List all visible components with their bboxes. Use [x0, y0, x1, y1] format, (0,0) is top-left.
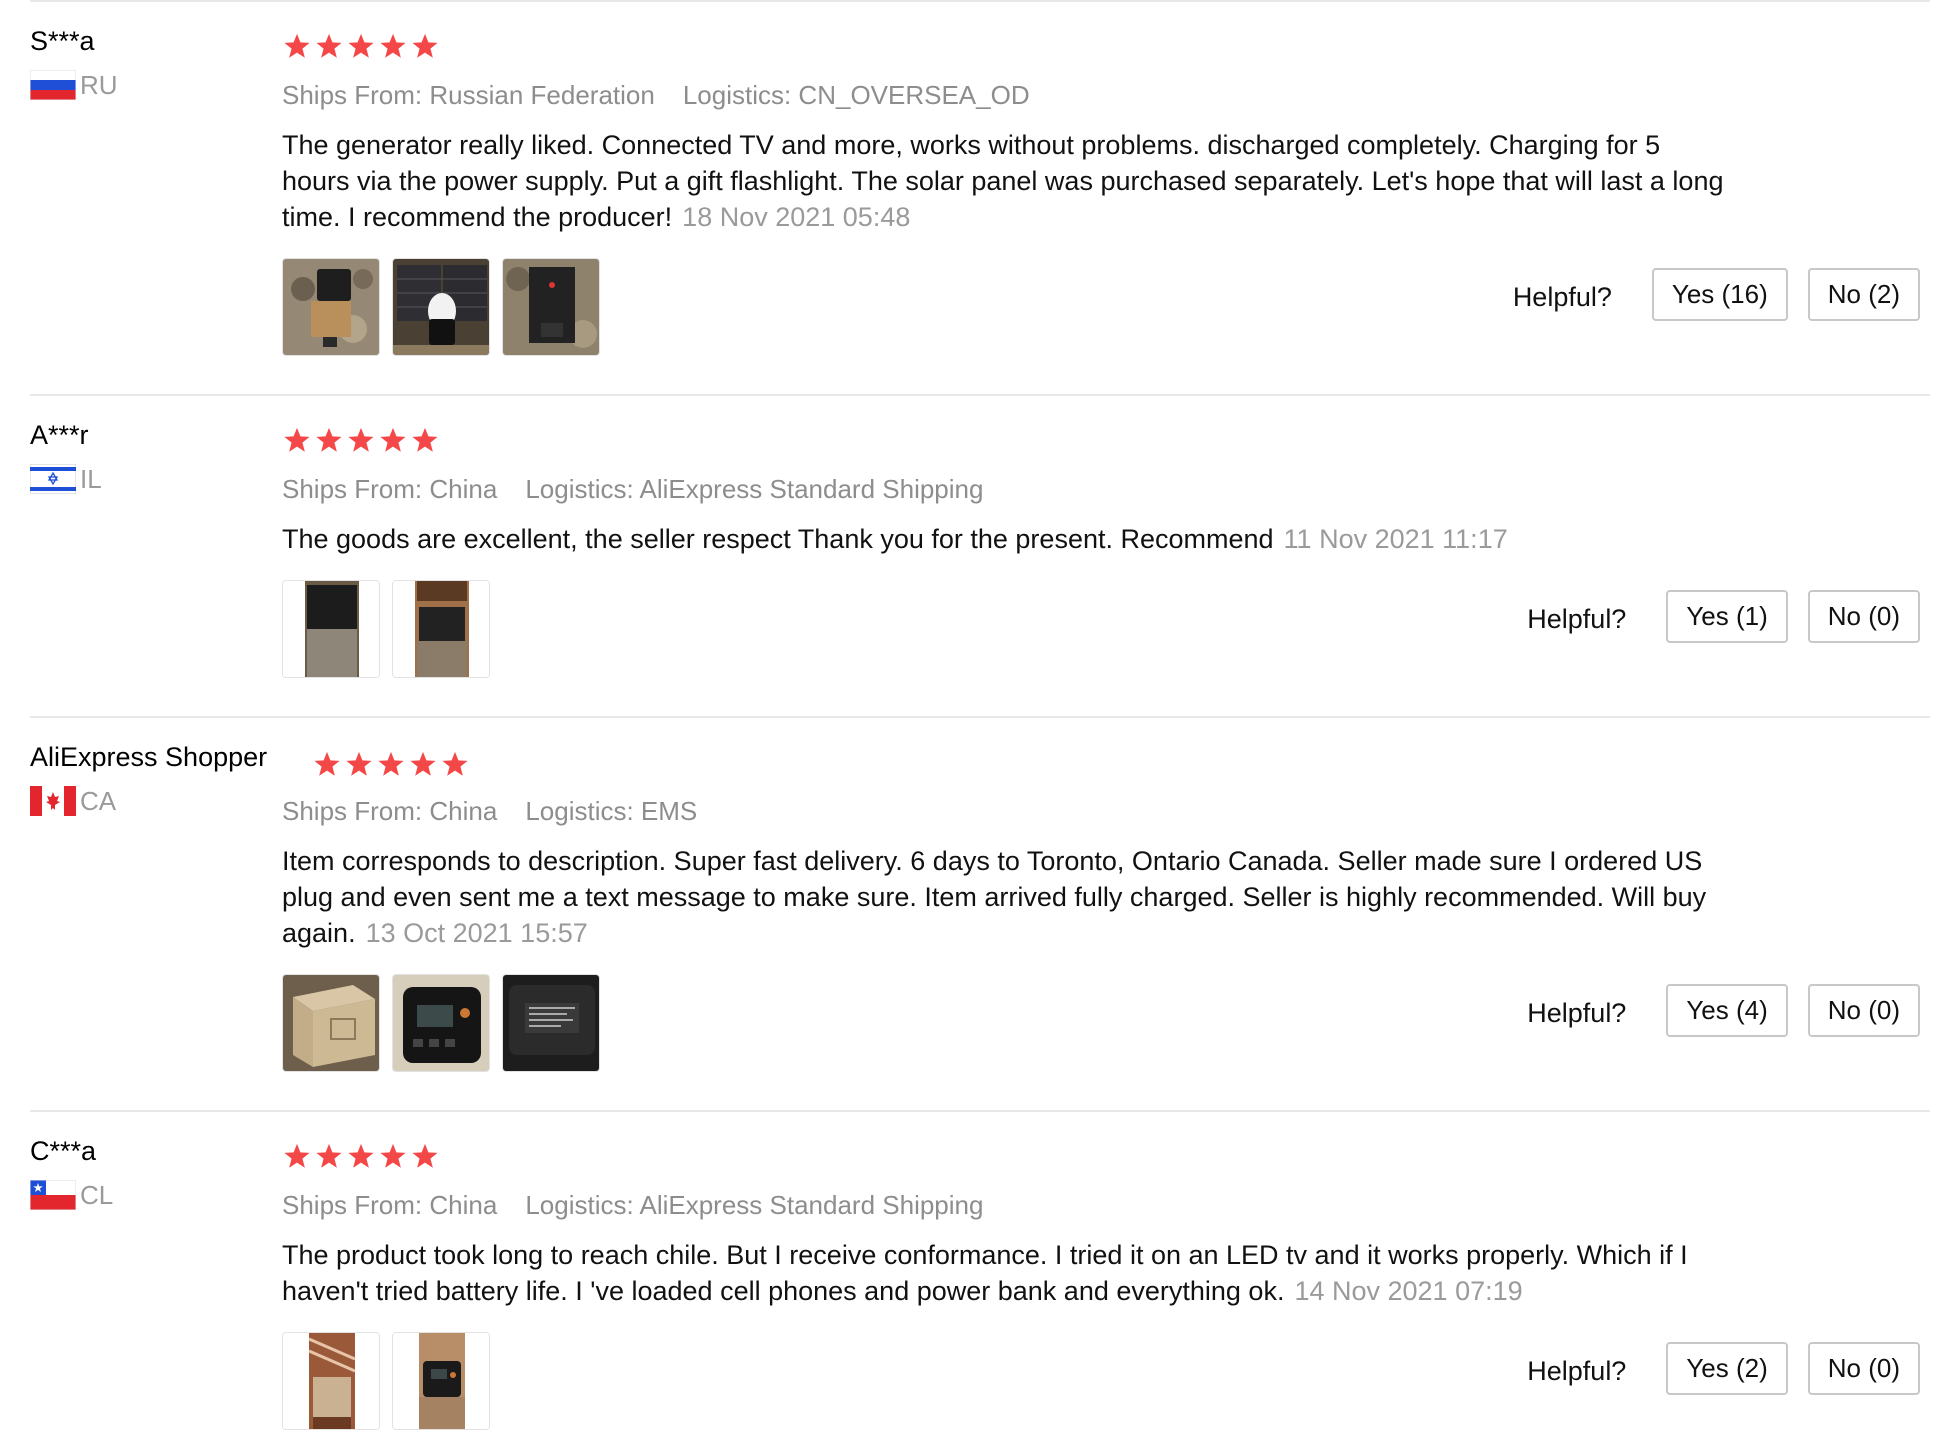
reviewer-country: CL — [30, 1178, 113, 1212]
review-photo-thumbnail[interactable] — [502, 258, 600, 356]
star-icon — [380, 1143, 406, 1168]
helpful-no-button[interactable]: No (0) — [1807, 984, 1920, 1037]
review-text: The goods are excellent, the seller resp… — [282, 524, 1274, 554]
review-photo-thumbnail[interactable] — [282, 1332, 380, 1430]
review-photo-thumbnail[interactable] — [392, 1332, 490, 1430]
canada-flag-icon — [30, 786, 76, 816]
review-item: C***a CL Ships From: China Logistics: Ali… — [30, 1110, 1930, 1454]
helpful-votes: Helpful? Yes (16) No (2) — [1513, 268, 1920, 321]
review-photo-thumbnail[interactable] — [502, 974, 600, 1072]
ships-from: Ships From: China — [282, 474, 498, 504]
helpful-yes-button[interactable]: Yes (16) — [1651, 268, 1788, 321]
ships-from: Ships From: China — [282, 1190, 498, 1220]
helpful-votes: Helpful? Yes (4) No (0) — [1527, 984, 1920, 1037]
country-code: CA — [80, 785, 117, 816]
star-icon — [348, 1143, 374, 1168]
reviewer-name: S***a — [30, 26, 95, 56]
helpful-no-button[interactable]: No (2) — [1807, 268, 1920, 321]
review-photo-thumbnail[interactable] — [392, 974, 490, 1072]
star-rating — [282, 32, 442, 61]
country-code: CL — [80, 1179, 114, 1210]
helpful-label: Helpful? — [1512, 282, 1612, 312]
ships-from: Ships From: Russian Federation — [282, 80, 655, 110]
reviewer-name: AliExpress Shopper — [30, 742, 268, 772]
star-icon — [314, 751, 340, 776]
helpful-yes-button[interactable]: Yes (2) — [1666, 1342, 1788, 1395]
helpful-votes: Helpful? Yes (1) No (0) — [1527, 590, 1920, 643]
star-icon — [412, 1143, 438, 1168]
reviewer-country: IL — [30, 462, 102, 496]
star-icon — [284, 1143, 310, 1168]
shipping-info: Ships From: China Logistics: EMS — [282, 796, 697, 827]
star-rating — [282, 1142, 442, 1171]
logistics: Logistics: CN_OVERSEA_OD — [682, 80, 1030, 110]
reviewer-country: RU — [30, 68, 118, 102]
review-body: Item corresponds to description. Super f… — [282, 843, 1732, 951]
star-icon — [348, 33, 374, 58]
star-icon — [316, 1143, 342, 1168]
star-icon — [412, 33, 438, 58]
star-icon — [316, 33, 342, 58]
country-code: IL — [80, 463, 102, 494]
star-icon — [316, 427, 342, 452]
star-icon — [442, 751, 468, 776]
review-photo-thumbnail[interactable] — [282, 974, 380, 1072]
review-photos — [282, 580, 502, 678]
review-photo-thumbnail[interactable] — [282, 258, 380, 356]
helpful-label: Helpful? — [1527, 1356, 1627, 1386]
review-body: The product took long to reach chile. Bu… — [282, 1237, 1732, 1309]
logistics: Logistics: AliExpress Standard Shipping — [525, 1190, 984, 1220]
star-icon — [380, 427, 406, 452]
star-icon — [380, 33, 406, 58]
review-text: The generator really liked. Connected TV… — [282, 130, 1724, 232]
review-date: 13 Oct 2021 15:57 — [365, 918, 588, 948]
star-icon — [378, 751, 404, 776]
review-photos — [282, 1332, 502, 1430]
shipping-info: Ships From: China Logistics: AliExpress S… — [282, 474, 983, 505]
review-photos — [282, 974, 612, 1072]
review-item: AliExpress Shopper CA Ships From: China L… — [30, 716, 1930, 1110]
review-date: 14 Nov 2021 07:19 — [1294, 1276, 1523, 1306]
helpful-no-button[interactable]: No (0) — [1807, 1342, 1920, 1395]
review-photo-thumbnail[interactable] — [392, 580, 490, 678]
star-icon — [410, 751, 436, 776]
helpful-yes-button[interactable]: Yes (1) — [1666, 590, 1788, 643]
helpful-label: Helpful? — [1527, 998, 1627, 1028]
russia-flag-icon — [30, 70, 76, 100]
logistics: Logistics: EMS — [525, 796, 698, 826]
review-body: The generator really liked. Connected TV… — [282, 127, 1732, 235]
review-item: A***r IL Ships From: China Logistics: Ali… — [30, 394, 1930, 716]
shipping-info: Ships From: China Logistics: AliExpress S… — [282, 1190, 983, 1221]
country-code: RU — [80, 69, 118, 100]
logistics: Logistics: AliExpress Standard Shipping — [525, 474, 984, 504]
review-body: The goods are excellent, the seller resp… — [282, 521, 1732, 557]
star-rating — [312, 750, 472, 779]
review-date: 11 Nov 2021 11:17 — [1283, 524, 1508, 554]
helpful-label: Helpful? — [1527, 604, 1627, 634]
helpful-yes-button[interactable]: Yes (4) — [1666, 984, 1788, 1037]
reviewer-name: A***r — [30, 420, 89, 450]
review-photos — [282, 258, 612, 356]
chile-flag-icon — [30, 1180, 76, 1210]
review-photo-thumbnail[interactable] — [392, 258, 490, 356]
review-date: 18 Nov 2021 05:48 — [682, 202, 911, 232]
review-item: S***a RU Ships From: Russian Federation L… — [30, 0, 1930, 394]
star-icon — [284, 427, 310, 452]
israel-flag-icon — [30, 464, 76, 494]
reviewer-name: C***a — [30, 1136, 97, 1166]
star-icon — [284, 33, 310, 58]
star-rating — [282, 426, 442, 455]
reviewer-country: CA — [30, 784, 116, 818]
star-icon — [348, 427, 374, 452]
star-icon — [412, 427, 438, 452]
shipping-info: Ships From: Russian Federation Logistics:… — [282, 80, 1030, 111]
star-icon — [346, 751, 372, 776]
helpful-no-button[interactable]: No (0) — [1807, 590, 1920, 643]
ships-from: Ships From: China — [282, 796, 498, 826]
review-photo-thumbnail[interactable] — [282, 580, 380, 678]
helpful-votes: Helpful? Yes (2) No (0) — [1527, 1342, 1920, 1395]
